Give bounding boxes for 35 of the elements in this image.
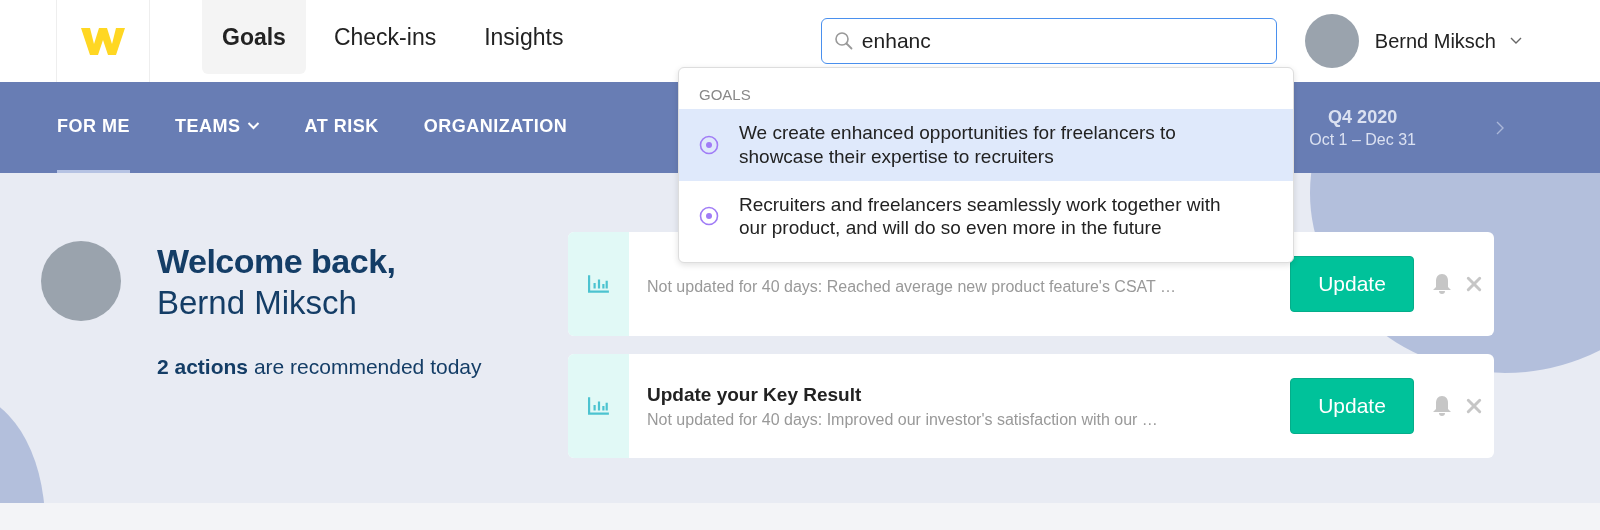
logo-tile[interactable]: [56, 0, 150, 82]
actions-summary: 2 actions are recommended today: [157, 354, 482, 379]
date-range: Oct 1 – Dec 31: [1309, 130, 1416, 149]
nav-tab[interactable]: Goals: [202, 0, 306, 74]
avatar[interactable]: [1304, 14, 1359, 68]
sub-nav-tab[interactable]: AT RISK: [304, 82, 379, 173]
quarter-label: Q4 2020: [1328, 106, 1398, 128]
search-result-item[interactable]: We create enhanced opportunities for freelancers to showcase their expertise to recruiters: [679, 109, 1293, 181]
card-title: Update your Key Result: [647, 383, 863, 406]
bar-chart-icon: [587, 274, 610, 294]
target-icon: [699, 206, 719, 227]
target-icon: [699, 134, 719, 155]
search-result-item[interactable]: Recruiters and freelancers seamlessly work together with our product, and will do so even more in the future: [679, 180, 1293, 252]
search-field[interactable]: enhanc: [820, 18, 1277, 64]
bell-icon[interactable]: [1432, 395, 1452, 417]
sub-nav-tab[interactable]: TEAMS: [175, 82, 260, 173]
close-icon[interactable]: [1466, 398, 1482, 414]
chevron-down-icon[interactable]: [1510, 37, 1522, 45]
card-description: Not updated for 40 days: Improved our investor's satisfaction with our …: [647, 410, 1159, 429]
nav-tab[interactable]: Check-ins: [313, 0, 457, 74]
user-name[interactable]: Bernd Miksch: [1374, 29, 1496, 53]
welcome-heading: Welcome back,: [157, 241, 397, 282]
logo-icon: [81, 26, 125, 56]
sub-nav-tab[interactable]: ORGANIZATION: [423, 82, 568, 173]
chevron-right-icon[interactable]: [1496, 120, 1504, 135]
nav-tab[interactable]: Insights: [464, 0, 584, 74]
result-text: Recruiters and freelancers seamlessly work together with our product, and will do so even more in the future: [739, 192, 1222, 240]
bell-icon[interactable]: [1432, 273, 1452, 295]
bar-chart-icon: [587, 396, 610, 416]
search-icon: [833, 31, 854, 51]
close-icon[interactable]: [1466, 276, 1482, 292]
result-text: We create enhanced opportunities for freelancers to showcase their expertise to recruiters: [739, 121, 1177, 169]
user-name: Bernd Miksch: [157, 282, 358, 323]
card-description: Not updated for 40 days: Reached average new product feature's CSAT …: [647, 277, 1177, 296]
results-group-heading: GOALS: [698, 85, 752, 105]
